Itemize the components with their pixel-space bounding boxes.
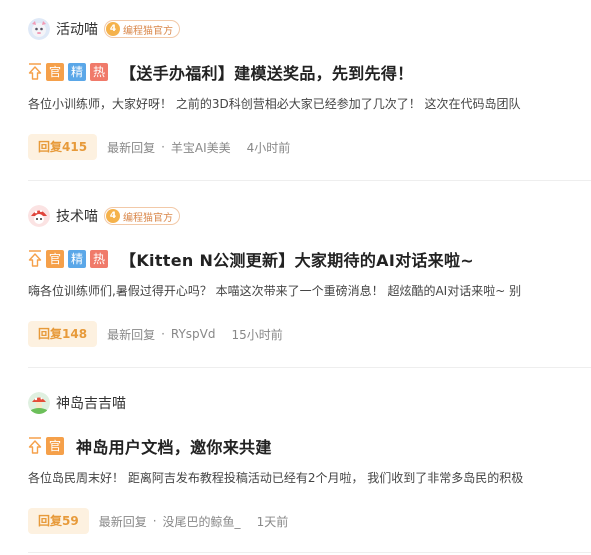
- post-item[interactable]: 活动喵 4 编程猫官方 官 精 热 【送手办福利】建模送奖品，先到先得！ 各位小…: [28, 16, 591, 160]
- level-badge: 4: [106, 22, 120, 36]
- author-row: 活动喵 4 编程猫官方: [28, 16, 591, 42]
- post-title[interactable]: 神岛用户文档，邀你来共建: [76, 434, 272, 458]
- tag-essence: 精: [68, 250, 87, 268]
- latest-reply-user[interactable]: RYspVd: [171, 327, 216, 341]
- post-excerpt: 嗨各位训练师们,暑假过得开心吗？ 本喵这次带来了一个重磅消息！ 超炫酷的AI对话…: [28, 284, 522, 298]
- author-row: 技术喵 4 编程猫官方: [28, 203, 591, 229]
- pin-top-icon: [28, 63, 42, 81]
- latest-reply-time: 1天前: [256, 514, 289, 529]
- author-name[interactable]: 技术喵: [56, 206, 98, 226]
- latest-reply-time: 4小时前: [246, 140, 291, 155]
- latest-reply-label: 最新回复: [107, 327, 156, 342]
- post-item[interactable]: 神岛吉吉喵 官 神岛用户文档，邀你来共建 各位岛民周末好！ 距离阿吉发布教程投稿…: [28, 390, 591, 534]
- tag-essence: 精: [68, 63, 87, 81]
- divider: [28, 180, 591, 181]
- pin-top-icon: [28, 250, 42, 268]
- meta-row: 回复148 最新回复 · RYspVd 15小时前: [28, 321, 591, 347]
- level-badge: 4: [106, 209, 120, 223]
- separator-dot: ·: [161, 327, 165, 341]
- author-name[interactable]: 活动喵: [56, 19, 98, 39]
- latest-reply-time: 15小时前: [231, 327, 283, 342]
- badge-text: 编程猫官方: [123, 25, 173, 37]
- avatar[interactable]: [28, 18, 50, 40]
- avatar[interactable]: [28, 392, 50, 414]
- post-item[interactable]: 技术喵 4 编程猫官方 官 精 热 【Kitten N公测更新】大家期待的AI对…: [28, 203, 591, 347]
- latest-reply-label: 最新回复: [107, 140, 156, 155]
- title-row[interactable]: 官 精 热 【送手办福利】建模送奖品，先到先得！: [28, 60, 591, 84]
- tag-official: 官: [46, 63, 65, 81]
- divider: [28, 367, 591, 368]
- post-excerpt: 各位小训练师，大家好呀！ 之前的3D科创营相必大家已经参加了几次了！ 这次在代码…: [28, 97, 521, 111]
- reply-count: 回复59: [28, 508, 89, 534]
- reply-count: 回复148: [28, 321, 98, 347]
- reply-count: 回复415: [28, 134, 98, 160]
- latest-reply-user[interactable]: 没尾巴的鲸鱼_: [163, 513, 241, 530]
- official-badge: 4 编程猫官方: [104, 20, 180, 38]
- latest-reply-user[interactable]: 羊宝AI美美: [171, 139, 231, 156]
- official-badge: 4 编程猫官方: [104, 207, 180, 225]
- tag-official: 官: [46, 250, 65, 268]
- author-row: 神岛吉吉喵: [28, 390, 591, 416]
- avatar[interactable]: [28, 205, 50, 227]
- tag-official: 官: [46, 437, 65, 455]
- divider: [28, 552, 591, 553]
- tag-hot: 热: [90, 63, 109, 81]
- separator-dot: ·: [161, 140, 165, 154]
- latest-reply-label: 最新回复: [98, 514, 147, 529]
- post-title[interactable]: 【Kitten N公测更新】大家期待的AI对话来啦~: [120, 247, 474, 271]
- title-row[interactable]: 官 精 热 【Kitten N公测更新】大家期待的AI对话来啦~: [28, 247, 591, 271]
- separator-dot: ·: [152, 514, 157, 528]
- tag-hot: 热: [90, 250, 109, 268]
- post-excerpt: 各位岛民周末好！ 距离阿吉发布教程投稿活动已经有2个月啦， 我们收到了非常多岛民…: [28, 471, 524, 485]
- pin-top-icon: [28, 437, 42, 455]
- post-title[interactable]: 【送手办福利】建模送奖品，先到先得！: [120, 60, 413, 84]
- meta-row: 回复415 最新回复 · 羊宝AI美美 4小时前: [28, 134, 591, 160]
- title-row[interactable]: 官 神岛用户文档，邀你来共建: [28, 434, 591, 458]
- author-name[interactable]: 神岛吉吉喵: [56, 393, 126, 413]
- meta-row: 回复59 最新回复 · 没尾巴的鲸鱼_ 1天前: [28, 508, 591, 534]
- badge-text: 编程猫官方: [123, 212, 173, 224]
